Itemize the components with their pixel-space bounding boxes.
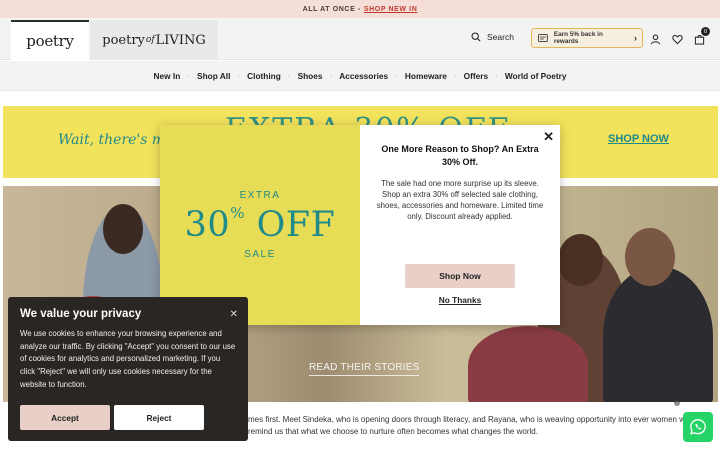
brand-tab-poetry[interactable]: poetry — [11, 20, 89, 60]
nav-item-new-in[interactable]: New In — [154, 71, 181, 81]
nav-item-offers[interactable]: Offers — [464, 71, 488, 81]
cookie-reject-button[interactable]: Reject — [114, 405, 204, 430]
modal-discount-percent: % — [230, 204, 245, 222]
hero-person-3-head — [558, 234, 603, 286]
modal-extra-label: EXTRA — [239, 190, 281, 201]
nav-separator: · — [453, 70, 457, 81]
brand-tab-poetry-of-living[interactable]: poetry of LIVING — [90, 20, 218, 60]
modal-close-icon[interactable]: ✕ — [543, 129, 554, 145]
hero-person-4-head — [625, 228, 675, 286]
modal-content: ✕ One More Reason to Shop? An Extra 30% … — [360, 125, 560, 325]
nav-item-clothing[interactable]: Clothing — [247, 71, 281, 81]
announcement-bar: ALL AT ONCE - SHOP NEW IN — [0, 0, 720, 18]
nav-separator: · — [395, 70, 398, 81]
shop-new-in-link[interactable]: SHOP NEW IN — [364, 6, 418, 13]
nav-separator: · — [495, 70, 498, 81]
cookie-accept-button[interactable]: Accept — [20, 405, 110, 430]
search-label: Search — [487, 32, 514, 42]
whatsapp-chat-button[interactable] — [683, 412, 713, 442]
account-icon — [650, 34, 660, 44]
brand-logo-living-b: LIVING — [155, 32, 206, 48]
rewards-button[interactable]: Earn 5% back in rewards › — [531, 28, 643, 48]
modal-discount-number: 30 — [184, 205, 231, 245]
carousel-dot[interactable] — [674, 400, 680, 406]
modal-title: One More Reason to Shop? An Extra 30% Of… — [381, 144, 539, 167]
rewards-card-icon — [538, 34, 548, 42]
read-their-stories-link[interactable]: READ THEIR STORIES — [309, 362, 420, 376]
main-navigation: New In · Shop All · Clothing · Shoes · Acces… — [0, 61, 720, 91]
nav-item-world-of-poetry[interactable]: World of Poetry — [505, 71, 567, 81]
cookie-close-icon[interactable]: ✕ — [230, 309, 238, 320]
cookie-text: We use cookies to enhance your browsing … — [20, 329, 236, 389]
account-button[interactable] — [648, 32, 662, 46]
modal-shop-now-button[interactable]: Shop Now — [405, 264, 515, 288]
nav-separator: · — [287, 70, 291, 81]
modal-body-text: The sale had one more surprise up its sl… — [376, 179, 544, 221]
search-button[interactable]: Search — [471, 32, 514, 42]
nav-separator: · — [329, 70, 333, 81]
story-paragraph: mes first. Meet Sindeka, who is opening … — [248, 415, 694, 436]
wishlist-button[interactable] — [670, 32, 684, 46]
nav-item-shop-all[interactable]: Shop All — [197, 71, 230, 81]
nav-separator: · — [187, 70, 191, 81]
hero-person-5 — [468, 326, 588, 402]
hero-person-4 — [603, 266, 713, 402]
modal-no-thanks-link[interactable]: No Thanks — [360, 295, 560, 305]
bag-button[interactable]: 0 — [692, 27, 710, 46]
search-icon — [471, 32, 481, 42]
rewards-label: Earn 5% back in rewards — [553, 31, 603, 45]
nav-item-accessories[interactable]: Accessories — [339, 71, 388, 81]
modal-promo-graphic: EXTRA 30% OFF SALE — [160, 125, 360, 325]
brand-logo-living-a: poetry — [102, 32, 145, 48]
nav-item-shoes[interactable]: Shoes — [298, 71, 323, 81]
hero-person-1-head — [103, 204, 143, 254]
chevron-right-icon: › — [634, 33, 637, 43]
cookie-consent-panel: We value your privacy ✕ We use cookies t… — [8, 297, 248, 441]
announcement-text: ALL AT ONCE - — [302, 5, 361, 13]
promo-shop-now-link[interactable]: SHOP NOW — [608, 133, 669, 145]
modal-discount: 30% OFF — [185, 203, 336, 247]
bag-count-badge: 0 — [701, 27, 710, 36]
brand-logo-poetry: poetry — [26, 32, 74, 50]
nav-separator: · — [237, 70, 241, 81]
promo-modal: EXTRA 30% OFF SALE ✕ One More Reason to … — [160, 125, 560, 325]
heart-icon — [671, 34, 683, 44]
site-header: poetry poetry of LIVING Search Earn 5% bac… — [0, 18, 720, 60]
modal-discount-off: OFF — [256, 205, 336, 245]
nav-item-homeware[interactable]: Homeware — [405, 71, 447, 81]
promo-wait-text: Wait, there's mo — [58, 132, 174, 148]
cookie-title: We value your privacy — [20, 308, 142, 320]
whatsapp-icon — [690, 419, 706, 435]
brand-logo-living-of: of — [145, 35, 155, 45]
modal-sale-label: SALE — [244, 249, 276, 260]
